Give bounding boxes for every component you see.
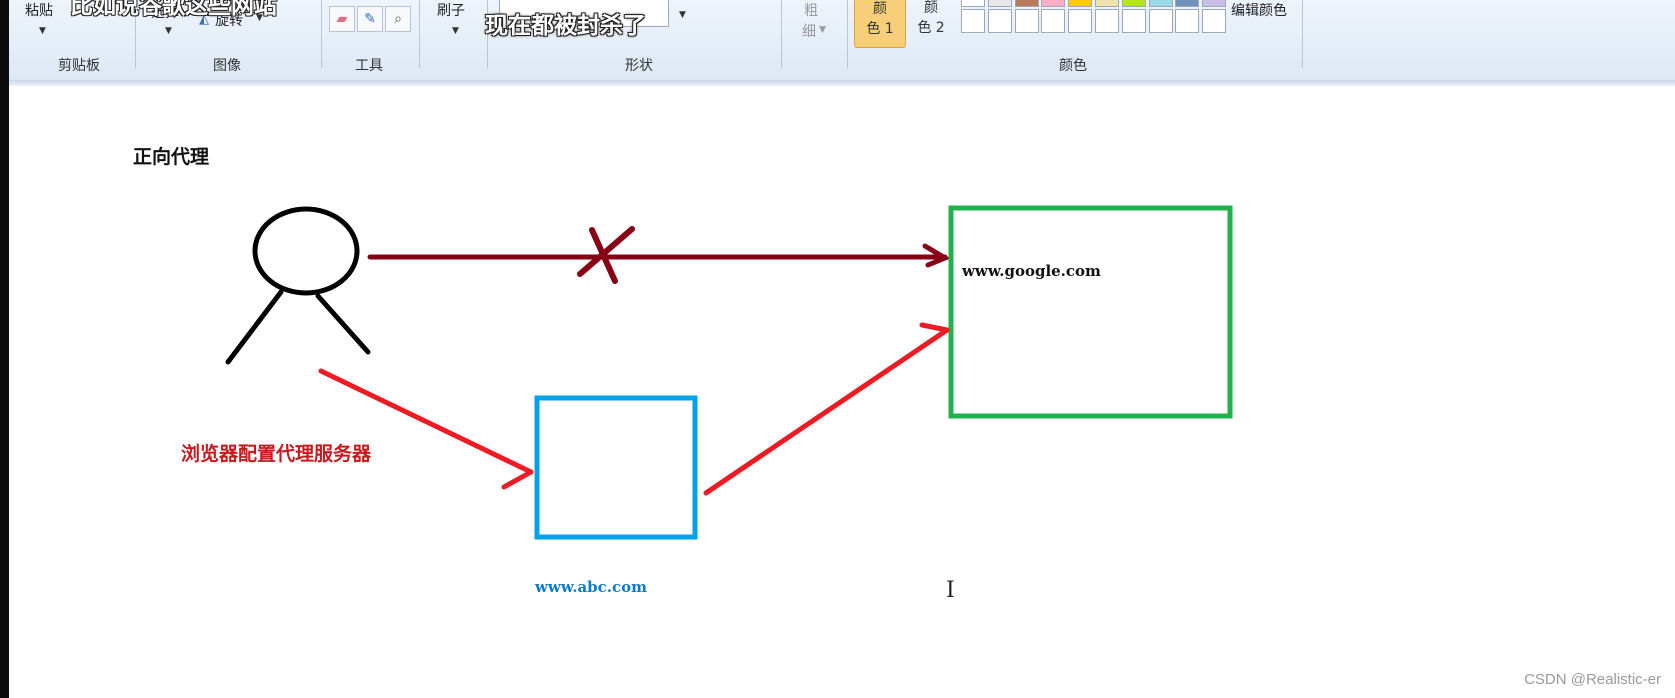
blocked-direct-arrow bbox=[367, 226, 951, 284]
person-head bbox=[252, 206, 360, 296]
proxy-server-box bbox=[534, 395, 698, 540]
google-domain-label: www.google.com bbox=[962, 262, 1101, 280]
proxy-google-head bbox=[919, 322, 950, 333]
text-cursor-icon: I bbox=[946, 578, 955, 603]
proxy-to-google-arrow bbox=[703, 322, 950, 496]
proxy-domain-label: www.abc.com bbox=[535, 578, 648, 596]
user-proxy-head bbox=[501, 469, 534, 490]
csdn-watermark: CSDN @Realistic-er bbox=[1524, 671, 1661, 688]
proxy-google-shaft bbox=[703, 327, 950, 496]
person-right-leg bbox=[315, 293, 371, 355]
person-left-leg bbox=[225, 289, 284, 365]
diagram-title: 正向代理 bbox=[133, 146, 210, 168]
user-stick-figure bbox=[225, 206, 371, 365]
user-to-proxy-arrow bbox=[318, 368, 534, 490]
google-server-box bbox=[948, 205, 1233, 419]
browser-proxy-config-label: 浏览器配置代理服务器 bbox=[181, 443, 372, 465]
diagram-drawing bbox=[225, 205, 1233, 540]
